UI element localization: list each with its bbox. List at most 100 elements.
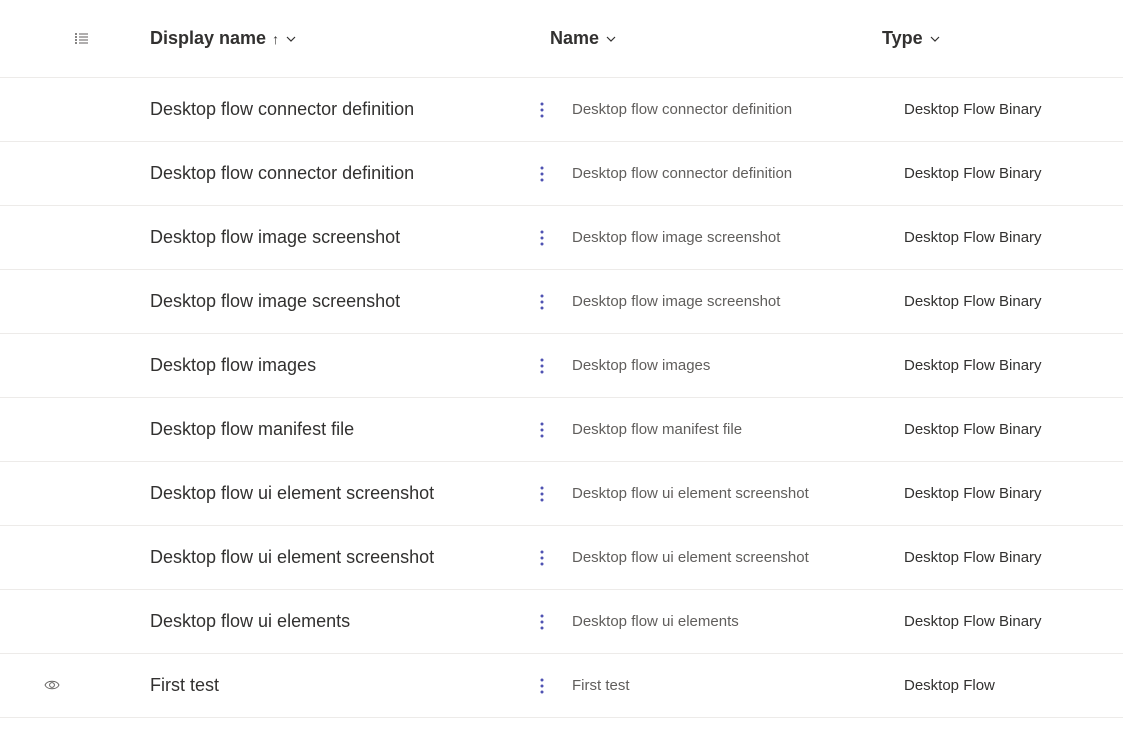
type-text: Desktop Flow Binary (904, 485, 1042, 502)
name-cell: Desktop flow ui element screenshot (572, 485, 904, 502)
type-text: Desktop Flow Binary (904, 293, 1042, 310)
display-name-cell: Desktop flow ui elements (122, 611, 512, 632)
name-text: Desktop flow connector definition (572, 165, 792, 182)
row-actions-cell (512, 290, 572, 314)
name-cell: Desktop flow ui elements (572, 613, 904, 630)
table-row[interactable]: Desktop flow ui elements Desktop flow ui … (0, 590, 1123, 654)
type-cell: Desktop Flow (904, 677, 1123, 694)
name-text: First test (572, 677, 630, 694)
display-name-cell: Desktop flow manifest file (122, 419, 512, 440)
display-name-text[interactable]: Desktop flow connector definition (150, 99, 414, 120)
name-cell: First test (572, 677, 904, 694)
more-actions-button[interactable] (530, 290, 554, 314)
type-cell: Desktop Flow Binary (904, 549, 1123, 566)
name-cell: Desktop flow connector definition (572, 165, 904, 182)
display-name-cell: Desktop flow image screenshot (122, 291, 512, 312)
column-header-type[interactable]: Type (882, 28, 941, 49)
type-cell: Desktop Flow Binary (904, 229, 1123, 246)
more-actions-button[interactable] (530, 226, 554, 250)
more-actions-button[interactable] (530, 482, 554, 506)
data-table: Display name ↑ Name Type (0, 0, 1123, 718)
more-actions-button[interactable] (530, 674, 554, 698)
more-actions-button[interactable] (530, 418, 554, 442)
chevron-down-icon (929, 33, 941, 45)
type-text: Desktop Flow Binary (904, 101, 1042, 118)
column-header-label: Name (550, 28, 599, 49)
display-name-cell: Desktop flow connector definition (122, 163, 512, 184)
display-name-text[interactable]: Desktop flow images (150, 355, 316, 376)
name-text: Desktop flow connector definition (572, 101, 792, 118)
name-text: Desktop flow image screenshot (572, 229, 780, 246)
display-name-cell: Desktop flow ui element screenshot (122, 483, 512, 504)
table-row[interactable]: Desktop flow image screenshot Desktop flo… (0, 206, 1123, 270)
display-name-text[interactable]: Desktop flow image screenshot (150, 227, 400, 248)
display-name-cell: Desktop flow ui element screenshot (122, 547, 512, 568)
name-cell: Desktop flow connector definition (572, 101, 904, 118)
name-text: Desktop flow images (572, 357, 710, 374)
type-text: Desktop Flow Binary (904, 165, 1042, 182)
table-row[interactable]: Desktop flow ui element screenshot Deskto… (0, 526, 1123, 590)
type-cell: Desktop Flow Binary (904, 165, 1123, 182)
display-name-cell: Desktop flow image screenshot (122, 227, 512, 248)
display-name-cell: First test (122, 675, 512, 696)
more-actions-button[interactable] (530, 354, 554, 378)
type-cell: Desktop Flow Binary (904, 613, 1123, 630)
name-text: Desktop flow manifest file (572, 421, 742, 438)
row-actions-cell (512, 482, 572, 506)
name-cell: Desktop flow images (572, 357, 904, 374)
row-actions-cell (512, 546, 572, 570)
row-actions-cell (512, 226, 572, 250)
row-actions-cell (512, 418, 572, 442)
table-row[interactable]: Desktop flow connector definition Desktop… (0, 142, 1123, 206)
table-row[interactable]: Desktop flow images Desktop flow images De… (0, 334, 1123, 398)
column-header-name[interactable]: Name (550, 28, 617, 49)
type-text: Desktop Flow Binary (904, 357, 1042, 374)
row-indicator-cell (0, 678, 60, 694)
type-text: Desktop Flow Binary (904, 549, 1042, 566)
name-cell: Desktop flow manifest file (572, 421, 904, 438)
row-actions-cell (512, 354, 572, 378)
more-actions-button[interactable] (530, 98, 554, 122)
name-cell: Desktop flow image screenshot (572, 229, 904, 246)
display-name-text[interactable]: Desktop flow ui elements (150, 611, 350, 632)
table-body: Desktop flow connector definition Desktop… (0, 78, 1123, 718)
name-text: Desktop flow ui element screenshot (572, 549, 809, 566)
more-actions-button[interactable] (530, 546, 554, 570)
table-row[interactable]: Desktop flow image screenshot Desktop flo… (0, 270, 1123, 334)
display-name-text[interactable]: Desktop flow ui element screenshot (150, 483, 434, 504)
name-text: Desktop flow image screenshot (572, 293, 780, 310)
type-text: Desktop Flow Binary (904, 613, 1042, 630)
type-cell: Desktop Flow Binary (904, 293, 1123, 310)
display-name-text[interactable]: Desktop flow manifest file (150, 419, 354, 440)
row-actions-cell (512, 674, 572, 698)
type-cell: Desktop Flow Binary (904, 485, 1123, 502)
eye-icon (44, 678, 60, 694)
name-cell: Desktop flow ui element screenshot (572, 549, 904, 566)
display-name-text[interactable]: Desktop flow image screenshot (150, 291, 400, 312)
table-row[interactable]: Desktop flow manifest file Desktop flow m… (0, 398, 1123, 462)
chevron-down-icon (605, 33, 617, 45)
table-row[interactable]: Desktop flow connector definition Desktop… (0, 78, 1123, 142)
sort-ascending-icon: ↑ (272, 31, 279, 47)
type-cell: Desktop Flow Binary (904, 101, 1123, 118)
list-view-icon[interactable] (74, 31, 90, 47)
row-actions-cell (512, 610, 572, 634)
name-cell: Desktop flow image screenshot (572, 293, 904, 310)
column-header-label: Display name (150, 28, 266, 49)
more-actions-button[interactable] (530, 162, 554, 186)
table-header-row: Display name ↑ Name Type (0, 0, 1123, 78)
name-text: Desktop flow ui element screenshot (572, 485, 809, 502)
display-name-text[interactable]: First test (150, 675, 219, 696)
table-row[interactable]: Desktop flow ui element screenshot Deskto… (0, 462, 1123, 526)
display-name-cell: Desktop flow images (122, 355, 512, 376)
type-text: Desktop Flow (904, 677, 995, 694)
column-header-label: Type (882, 28, 923, 49)
type-cell: Desktop Flow Binary (904, 421, 1123, 438)
type-text: Desktop Flow Binary (904, 229, 1042, 246)
more-actions-button[interactable] (530, 610, 554, 634)
display-name-text[interactable]: Desktop flow ui element screenshot (150, 547, 434, 568)
display-name-text[interactable]: Desktop flow connector definition (150, 163, 414, 184)
table-row[interactable]: First test First test Desktop Flow (0, 654, 1123, 718)
column-header-display-name[interactable]: Display name ↑ (150, 28, 297, 49)
row-actions-cell (512, 162, 572, 186)
